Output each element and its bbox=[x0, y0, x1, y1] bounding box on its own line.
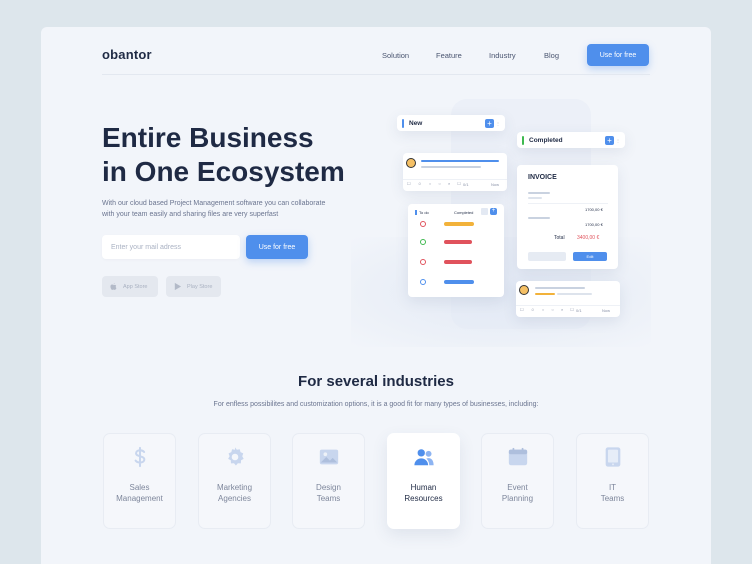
nav-feature[interactable]: Feature bbox=[436, 51, 462, 60]
task-time: Now bbox=[491, 182, 500, 187]
nav-industry[interactable]: Industry bbox=[489, 51, 516, 60]
industry-card-event[interactable]: Event Planning bbox=[481, 433, 554, 529]
app-store-button[interactable]: App Store bbox=[102, 276, 158, 297]
industry-card-marketing[interactable]: Marketing Agencies bbox=[198, 433, 271, 529]
task-meta-icons: ☐ ☺ ○ ○ ⌕ ☐ bbox=[520, 307, 577, 312]
nav-solution[interactable]: Solution bbox=[382, 51, 409, 60]
column-completed-label: Completed bbox=[529, 136, 563, 144]
hero-title-line1: Entire Business bbox=[102, 122, 314, 153]
logo[interactable]: obantor bbox=[102, 47, 152, 62]
dollar-icon bbox=[134, 446, 145, 468]
apple-icon bbox=[110, 283, 117, 290]
task-count: 0/1 bbox=[576, 308, 582, 313]
image-icon bbox=[319, 449, 338, 465]
nav-blog[interactable]: Blog bbox=[544, 51, 559, 60]
play-store-label: Play Store bbox=[187, 283, 213, 290]
column-new-header[interactable]: New + ⋮ bbox=[397, 115, 505, 131]
task-count: 0/1 bbox=[463, 182, 469, 187]
total-value: 3400,00 € bbox=[577, 235, 600, 241]
task-card[interactable]: ☐ ☺ ○ ○ ⌕ ☐ 0/1 Now bbox=[516, 281, 620, 317]
header-cta-button[interactable]: Use for free bbox=[587, 44, 649, 66]
industry-label: IT Teams bbox=[600, 483, 625, 503]
status-icon bbox=[420, 221, 426, 227]
avatar bbox=[406, 158, 416, 168]
column-completed-header[interactable]: Completed + ⋮ bbox=[517, 132, 625, 148]
industry-card-sales[interactable]: Sales Management bbox=[103, 433, 176, 529]
invoice-title: INVOICE bbox=[528, 174, 557, 181]
calendar-icon bbox=[508, 447, 527, 466]
industry-card-it[interactable]: IT Teams bbox=[576, 433, 649, 529]
invoice-card[interactable]: INVOICE 1700,00 € 1700,00 € Total 3400,0… bbox=[517, 165, 618, 269]
play-store-button[interactable]: Play Store bbox=[166, 276, 221, 297]
section-title: For several industries bbox=[298, 373, 454, 390]
todo-add-icon[interactable]: + bbox=[490, 208, 497, 215]
invoice-row2: 1700,00 € bbox=[585, 222, 603, 227]
hero-title-line2: in One Ecosystem bbox=[102, 156, 345, 187]
status-icon bbox=[420, 279, 426, 285]
add-icon[interactable]: + bbox=[485, 118, 494, 128]
avatar bbox=[519, 285, 529, 295]
todo-label: To do bbox=[419, 210, 429, 215]
task-meta-icons: ☐ ☺ ○ ○ ⌕ ☐ bbox=[407, 181, 464, 186]
hero-description: With our cloud based Project Management … bbox=[102, 198, 342, 220]
invoice-row1: 1700,00 € bbox=[585, 207, 603, 212]
industry-card-hr[interactable]: Human Resources bbox=[387, 433, 460, 529]
industry-label: Human Resources bbox=[404, 483, 443, 503]
column-new-label: New bbox=[409, 119, 423, 127]
task-time: Now bbox=[602, 308, 611, 313]
status-icon bbox=[420, 259, 426, 265]
hero-desc-line2: with your team easily and sharing files … bbox=[102, 211, 279, 218]
industry-card-design[interactable]: Design Teams bbox=[292, 433, 365, 529]
header-divider bbox=[102, 74, 650, 75]
total-label: Total bbox=[554, 235, 565, 241]
play-icon bbox=[174, 282, 182, 291]
add-icon[interactable]: + bbox=[605, 135, 614, 145]
hero-title: Entire Business in One Ecosystem bbox=[102, 121, 345, 189]
industry-label: Marketing Agencies bbox=[216, 483, 253, 503]
app-store-label: App Store bbox=[123, 283, 148, 290]
industry-label: Sales Management bbox=[116, 483, 163, 503]
edit-button[interactable]: Edit bbox=[573, 252, 607, 261]
hero-desc-line1: With our cloud based Project Management … bbox=[102, 200, 326, 207]
todo-completed-label: Completed bbox=[454, 210, 474, 215]
users-icon bbox=[413, 449, 434, 466]
industry-label: Design Teams bbox=[316, 483, 341, 503]
task-card[interactable]: ☐ ☺ ○ ○ ⌕ ☐ 0/1 Now bbox=[403, 153, 507, 191]
gear-icon bbox=[227, 447, 244, 466]
todo-card[interactable]: To do Completed + bbox=[408, 204, 504, 297]
edit-label: Edit bbox=[586, 254, 594, 259]
more-icon[interactable]: ⋮ bbox=[496, 121, 500, 126]
page-frame: obantor Solution Feature Industry Blog U… bbox=[41, 27, 711, 564]
email-input[interactable]: Enter your mail adress bbox=[102, 235, 240, 259]
hero-cta-button[interactable]: Use for free bbox=[246, 235, 308, 259]
section-description: For enfless possibilites and customizati… bbox=[213, 401, 539, 408]
secondary-button[interactable] bbox=[528, 252, 566, 261]
status-icon bbox=[420, 239, 426, 245]
more-icon[interactable]: ⋮ bbox=[616, 138, 620, 143]
industry-label: Event Planning bbox=[501, 483, 534, 503]
tablet-icon bbox=[605, 447, 620, 467]
